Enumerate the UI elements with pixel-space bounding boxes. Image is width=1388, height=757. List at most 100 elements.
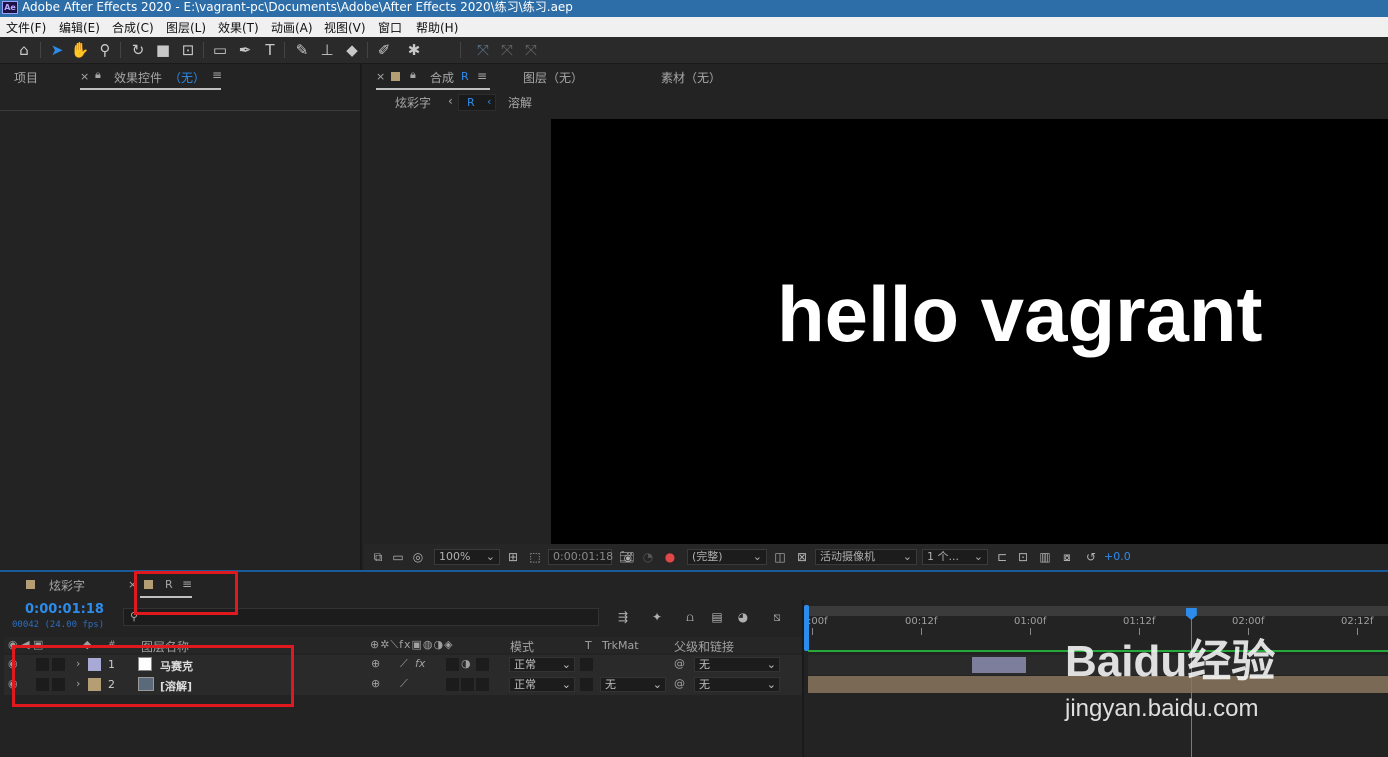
- views-select[interactable]: 1 个... ⌄: [922, 549, 988, 565]
- brush-tool-icon[interactable]: ✎: [292, 40, 312, 60]
- preserve-transparency-switch[interactable]: [580, 678, 593, 691]
- puppet-pin-icon[interactable]: ✱: [404, 40, 424, 60]
- panel-menu-icon[interactable]: ≡: [212, 68, 222, 82]
- region-of-interest-icon[interactable]: ◫: [773, 550, 787, 564]
- clone-stamp-icon[interactable]: ⊥: [317, 40, 337, 60]
- frame-blending-icon[interactable]: ▤: [710, 610, 724, 624]
- effects-switch-icon[interactable]: fx: [415, 657, 425, 670]
- pick-whip-icon[interactable]: @: [674, 677, 685, 690]
- world-axis-icon[interactable]: ⤧: [497, 40, 517, 60]
- shy-switch-icon[interactable]: ⊕: [371, 657, 380, 670]
- adjustment-layer-switch[interactable]: [461, 678, 474, 691]
- graph-editor-icon[interactable]: ⧅: [770, 610, 784, 624]
- footage-tab[interactable]: 素材（无）: [661, 69, 721, 86]
- grid-icon[interactable]: ⊞: [506, 550, 520, 564]
- lock-icon[interactable]: 🔒︎: [95, 68, 101, 82]
- breadcrumb-current[interactable]: R ‹: [458, 94, 496, 111]
- color-channels-icon[interactable]: ●: [663, 550, 677, 564]
- pen-tool-icon[interactable]: ✒: [235, 40, 255, 60]
- shy-layers-icon[interactable]: ⩍: [683, 610, 697, 624]
- eraser-tool-icon[interactable]: ◆: [342, 40, 362, 60]
- ruler-tick-mark: [1139, 628, 1140, 635]
- menu-edit[interactable]: 编辑(E): [59, 19, 100, 36]
- reset-exposure-icon[interactable]: ↺: [1084, 550, 1098, 564]
- parent-select[interactable]: 无 ⌄: [694, 657, 780, 672]
- chevron-down-icon: ⌄: [766, 678, 776, 691]
- quality-switch-icon[interactable]: ⟋: [400, 657, 408, 671]
- trkmat-select[interactable]: 无 ⌄: [600, 677, 666, 692]
- menu-layer[interactable]: 图层(L): [166, 19, 206, 36]
- motion-blur-icon[interactable]: ◕: [736, 610, 750, 624]
- trkmat-value: 无: [605, 678, 616, 691]
- 3d-layer-switch[interactable]: [476, 678, 489, 691]
- rotate-tool-icon[interactable]: ↻: [128, 40, 148, 60]
- effects-controls-tab[interactable]: 效果控件: [114, 69, 162, 86]
- draft-3d-icon[interactable]: ✦: [650, 610, 664, 624]
- project-tab[interactable]: 项目: [14, 69, 38, 86]
- mask-outline-icon[interactable]: ⬚: [528, 550, 542, 564]
- close-comp-tab-icon[interactable]: ×: [376, 70, 385, 83]
- show-snapshot-icon[interactable]: ◔: [641, 550, 655, 564]
- snapshot-camera-icon[interactable]: 📷︎: [619, 550, 634, 564]
- resolution-select[interactable]: (完整) ⌄: [687, 549, 767, 565]
- view-axis-icon[interactable]: ⤧: [521, 40, 541, 60]
- menu-effect[interactable]: 效果(T): [218, 19, 259, 36]
- menu-window[interactable]: 窗口: [378, 19, 402, 36]
- hand-tool-icon[interactable]: ✋: [70, 40, 90, 60]
- close-tab-icon[interactable]: ×: [80, 70, 89, 83]
- comp-viewer[interactable]: hello vagrant: [551, 119, 1388, 544]
- comp-panel-menu-icon[interactable]: ≡: [477, 69, 487, 83]
- timeline-tab-xuancaizi[interactable]: 炫彩字: [49, 577, 85, 594]
- motion-blur-switch[interactable]: [446, 658, 459, 671]
- home-icon[interactable]: ⌂: [14, 40, 34, 60]
- timeline-icon[interactable]: ▥: [1038, 550, 1052, 564]
- comp-flowchart-icon[interactable]: ⇶: [616, 610, 630, 624]
- camera-select[interactable]: 活动摄像机 ⌄: [815, 549, 917, 565]
- local-axis-icon[interactable]: ⤧: [473, 40, 493, 60]
- pan-behind-tool-icon[interactable]: ⊡: [178, 40, 198, 60]
- mode-select[interactable]: 正常 ⌄: [509, 677, 575, 692]
- transparency-grid-icon[interactable]: ⊠: [795, 550, 809, 564]
- menu-composition[interactable]: 合成(C): [112, 19, 154, 36]
- layer-tab[interactable]: 图层（无）: [523, 69, 583, 86]
- title-bar: Ae Adobe After Effects 2020 - E:\vagrant…: [0, 0, 1388, 17]
- fast-preview-icon[interactable]: ⊡: [1016, 550, 1030, 564]
- menu-view[interactable]: 视图(V): [324, 19, 366, 36]
- monitor-icon[interactable]: ▭: [391, 550, 405, 564]
- mode-value: 正常: [514, 678, 536, 691]
- chevron-down-icon: ⌄: [902, 550, 912, 563]
- zoom-select[interactable]: 100% ⌄: [434, 549, 500, 565]
- menu-help[interactable]: 帮助(H): [416, 19, 458, 36]
- timecode-field[interactable]: 0:00:01:18: [548, 549, 613, 565]
- layer-1-bar[interactable]: [972, 657, 1026, 673]
- motion-blur-switch[interactable]: [446, 678, 459, 691]
- camera-tool-icon[interactable]: ■: [153, 40, 173, 60]
- roto-brush-icon[interactable]: ✐: [374, 40, 394, 60]
- ruler-tick-label: 00:12f: [905, 616, 938, 627]
- mask-icon[interactable]: ◎: [411, 550, 425, 564]
- quality-switch-icon[interactable]: ⟋: [400, 677, 408, 691]
- zoom-tool-icon[interactable]: ⚲: [95, 40, 115, 60]
- shy-switch-icon[interactable]: ⊕: [371, 677, 380, 690]
- toggle-pixel-aspect-icon[interactable]: ⊏: [995, 550, 1009, 564]
- mode-select[interactable]: 正常 ⌄: [509, 657, 575, 672]
- time-ruler[interactable]: :00f 00:12f 01:00f 01:12f 02:00f 02:12f: [808, 614, 1388, 636]
- preserve-transparency-switch[interactable]: [580, 658, 593, 671]
- text-tool-icon[interactable]: T: [260, 40, 280, 60]
- selection-tool-icon[interactable]: ➤: [47, 40, 67, 60]
- composition-tab[interactable]: 合成: [430, 69, 454, 86]
- always-preview-icon[interactable]: ⧉: [371, 550, 385, 564]
- rectangle-tool-icon[interactable]: ▭: [210, 40, 230, 60]
- adjustment-layer-icon[interactable]: ◑: [461, 657, 471, 670]
- pick-whip-icon[interactable]: @: [674, 657, 685, 670]
- exposure-value[interactable]: +0.0: [1104, 550, 1131, 563]
- flowchart-icon[interactable]: ⧇: [1060, 550, 1074, 564]
- breadcrumb-item-child[interactable]: 溶解: [508, 94, 532, 111]
- menu-animation[interactable]: 动画(A): [271, 19, 313, 36]
- menu-file[interactable]: 文件(F): [6, 19, 46, 36]
- breadcrumb-item-parent[interactable]: 炫彩字: [395, 94, 431, 111]
- 3d-layer-switch[interactable]: [476, 658, 489, 671]
- comp-lock-icon[interactable]: 🔒︎: [410, 68, 416, 82]
- current-time[interactable]: 0:00:01:18: [25, 602, 104, 617]
- parent-select[interactable]: 无 ⌄: [694, 677, 780, 692]
